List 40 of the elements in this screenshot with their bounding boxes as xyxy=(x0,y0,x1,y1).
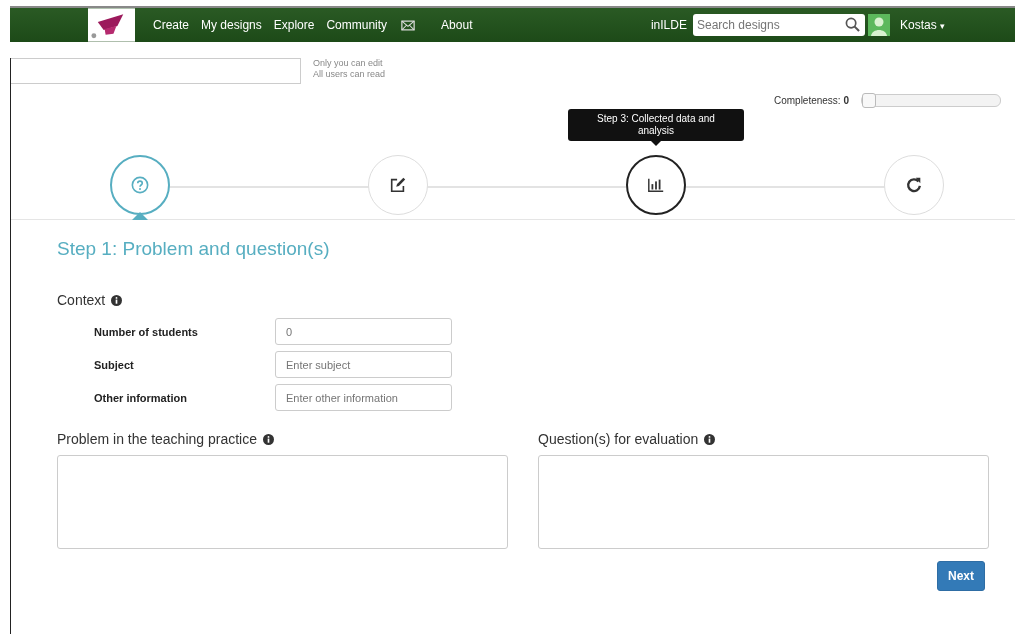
completeness-slider[interactable] xyxy=(861,94,1001,107)
input-field[interactable]: Enter other information xyxy=(275,384,452,411)
tooltip-pointer xyxy=(651,141,661,146)
question-icon xyxy=(131,176,149,194)
slider-handle[interactable] xyxy=(862,93,876,108)
brand-link[interactable]: inILDE xyxy=(650,18,687,32)
search-icon[interactable] xyxy=(844,17,860,32)
permission-text: All users can read xyxy=(313,69,386,80)
nav-link[interactable]: About xyxy=(441,18,473,32)
completeness-label: Completeness: 0 xyxy=(773,95,849,106)
section-label: Question(s) for evaluation xyxy=(538,431,699,447)
bar-chart-icon xyxy=(647,176,665,194)
nav-link[interactable]: Explore xyxy=(273,18,315,32)
info-icon[interactable] xyxy=(111,294,123,306)
permission-text: Only you can edit xyxy=(313,58,384,69)
info-icon[interactable] xyxy=(263,433,274,445)
user-menu[interactable]: Kostas ▾ xyxy=(899,18,945,32)
section-label: Problem in the teaching practice xyxy=(57,431,257,447)
step-pointer xyxy=(132,212,148,220)
nav-link[interactable]: Create xyxy=(153,18,190,32)
tooltip: Step 3: Collected data and analysis xyxy=(568,109,744,141)
step-button[interactable] xyxy=(626,155,686,215)
input-field[interactable]: 0 xyxy=(275,318,452,345)
field-label: Subject xyxy=(94,358,135,371)
graduation-cap-logo[interactable] xyxy=(88,8,135,42)
section-label: Context xyxy=(57,292,106,308)
nav-link[interactable]: My designs xyxy=(201,18,262,32)
avatar-icon[interactable] xyxy=(867,14,890,36)
title-field[interactable] xyxy=(11,58,301,84)
field-label: Number of students xyxy=(94,325,199,338)
next-button[interactable]: Next xyxy=(937,561,985,591)
input-field[interactable]: Enter subject xyxy=(275,351,452,378)
mail-icon[interactable] xyxy=(401,19,416,31)
search-field[interactable]: Search designs xyxy=(692,14,865,36)
field-label: Other information xyxy=(94,391,188,404)
edit-icon xyxy=(389,176,407,194)
step-heading: Step 1: Problem and question(s) xyxy=(57,238,331,260)
info-icon[interactable] xyxy=(704,433,716,445)
refresh-icon xyxy=(905,176,923,194)
nav-link[interactable]: Community xyxy=(326,18,388,32)
